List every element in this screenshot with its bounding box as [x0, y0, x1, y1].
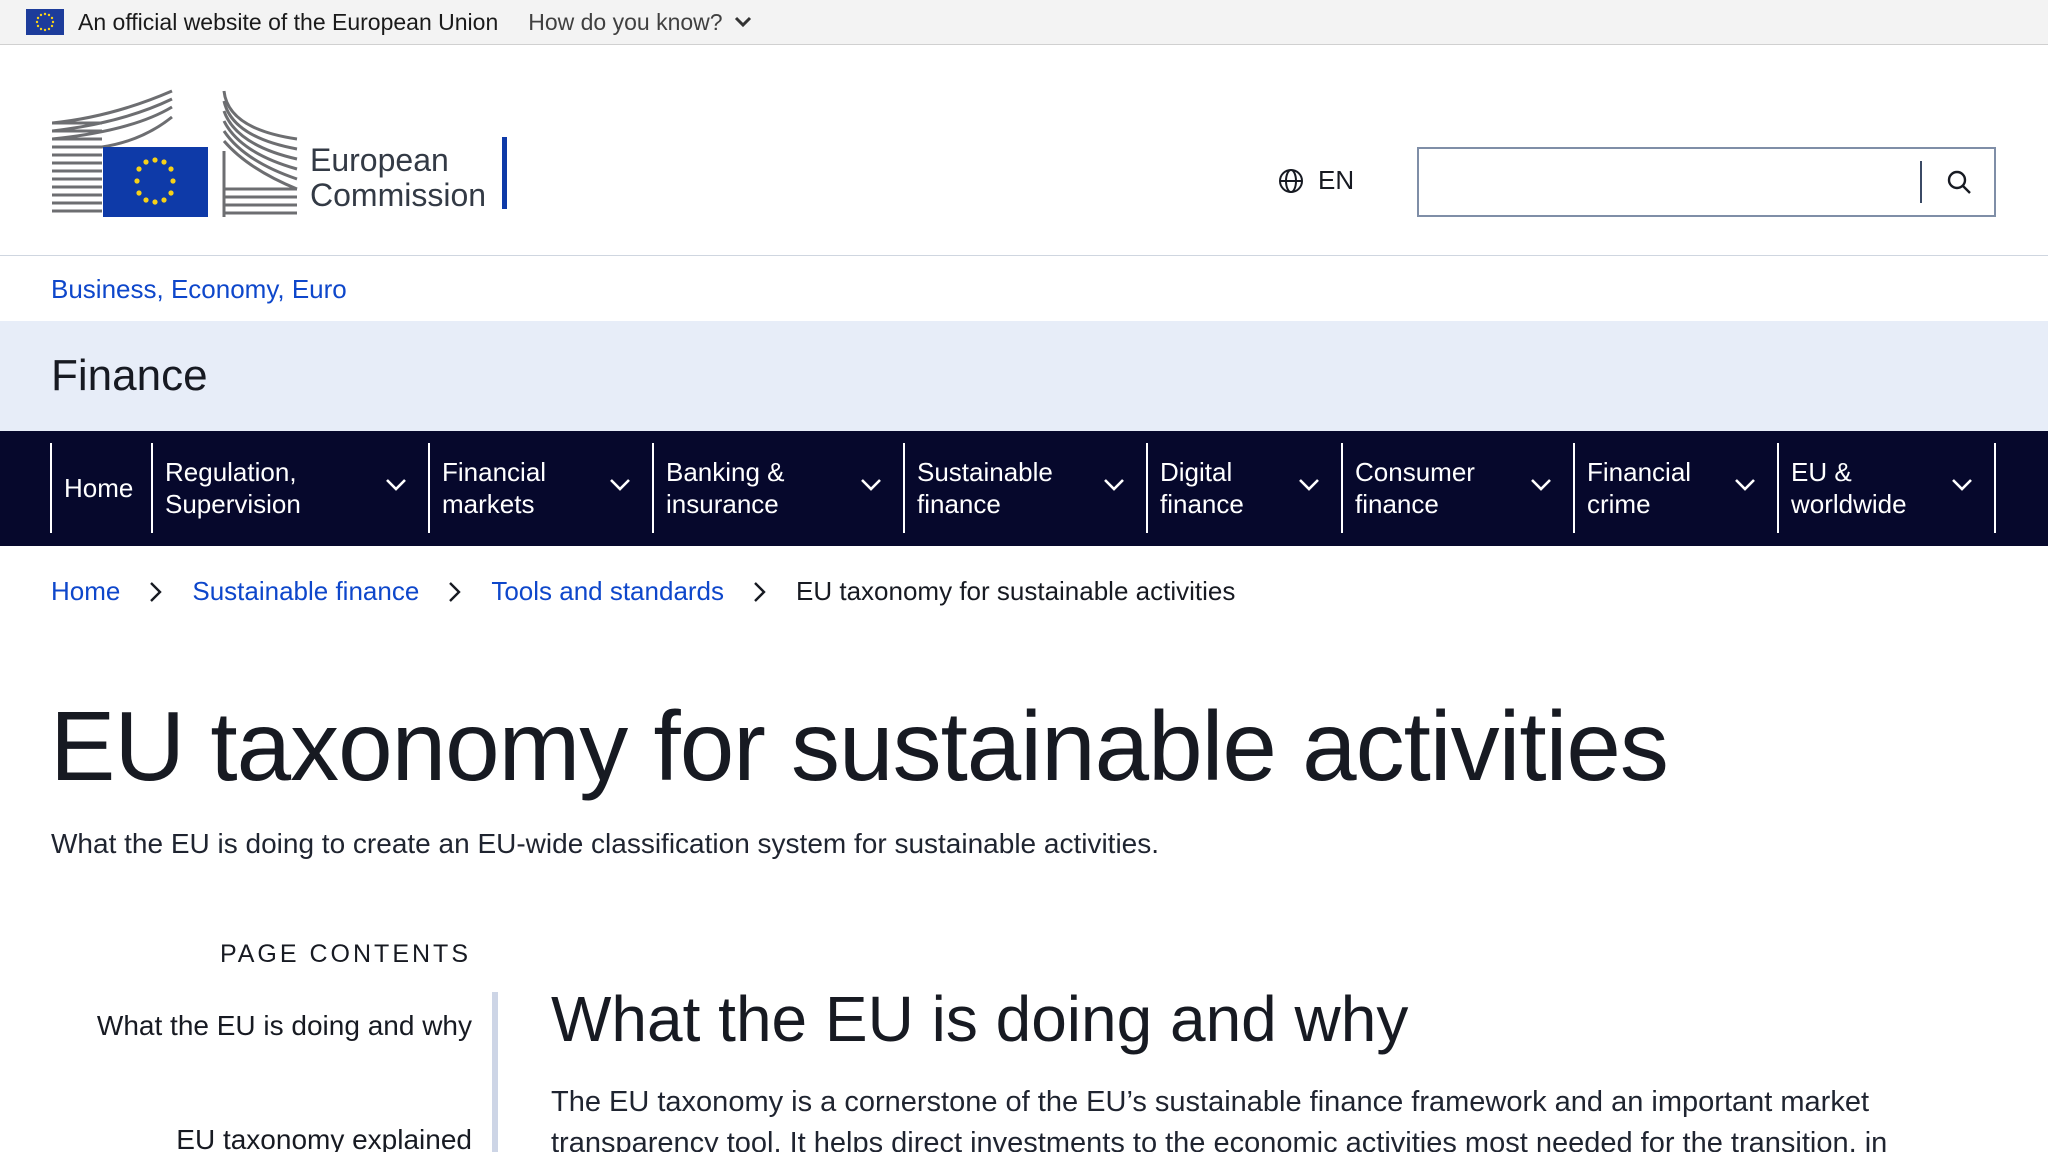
search-input[interactable]: [1419, 149, 1919, 215]
section-title: What the EU is doing and why: [551, 983, 1409, 1055]
page-title: EU taxonomy for sustainable activities: [50, 691, 1669, 801]
site-header: European Commission EN: [0, 45, 2048, 256]
nav-item-label: Financial markets: [442, 457, 547, 519]
how-do-you-know-button[interactable]: How do you know?: [528, 9, 752, 36]
chevron-right-icon: [148, 580, 164, 604]
search-icon: [1947, 170, 1971, 194]
nav-item-home[interactable]: Home: [50, 443, 151, 533]
page-contents-rule: [492, 992, 498, 1152]
language-selector[interactable]: EN: [1278, 165, 1354, 196]
chevron-down-icon: [1531, 479, 1551, 491]
site-name: Finance: [51, 351, 208, 400]
search-divider: [1920, 161, 1922, 203]
eu-official-banner: An official website of the European Unio…: [0, 0, 2048, 45]
breadcrumb-tools-and-standards[interactable]: Tools and standards: [491, 576, 724, 607]
main-navigation: Home Regulation, Supervision Financial m…: [0, 431, 2048, 546]
nav-item-banking-insurance[interactable]: Banking & insurance: [652, 443, 903, 533]
page-contents-item[interactable]: What the EU is doing and why: [51, 1004, 472, 1048]
nav-item-label: EU & worldwide: [1791, 457, 1907, 519]
page-intro: What the EU is doing to create an EU-wid…: [51, 828, 1160, 859]
nav-item-eu-worldwide[interactable]: EU & worldwide: [1777, 443, 1994, 533]
nav-item-label: Banking & insurance: [666, 457, 785, 519]
nav-item-consumer-finance[interactable]: Consumer finance: [1341, 443, 1573, 533]
logo-line-1: European: [310, 142, 449, 178]
nav-item-sustainable-finance[interactable]: Sustainable finance: [903, 443, 1146, 533]
logo-text: European Commission: [310, 143, 486, 213]
page-contents-item[interactable]: EU taxonomy explained: [51, 1118, 472, 1152]
nav-item-label: Digital finance: [1160, 457, 1244, 519]
chevron-down-icon: [1735, 479, 1755, 491]
chevron-down-icon: [1299, 479, 1319, 491]
commission-logo-icon: [51, 89, 298, 217]
nav-item-label: Financial crime: [1587, 457, 1692, 519]
breadcrumb-sustainable-finance[interactable]: Sustainable finance: [192, 576, 419, 607]
breadcrumb-current: EU taxonomy for sustainable activities: [796, 576, 1236, 606]
chevron-down-icon: [386, 479, 406, 491]
chevron-down-icon: [734, 16, 751, 28]
logo-line-2: Commission: [310, 177, 487, 213]
chevron-down-icon: [610, 479, 630, 491]
nav-item-label: Sustainable finance: [917, 457, 1053, 519]
language-code: EN: [1318, 165, 1355, 195]
chevron-right-icon: [752, 580, 768, 604]
nav-item-label: Consumer finance: [1355, 457, 1475, 519]
nav-item-label: Home: [64, 473, 134, 503]
nav-item-regulation[interactable]: Regulation, Supervision: [151, 443, 428, 533]
chevron-down-icon: [1952, 479, 1972, 491]
breadcrumb: Home Sustainable finance Tools and stand…: [51, 576, 1235, 607]
nav-item-digital-finance[interactable]: Digital finance: [1146, 443, 1341, 533]
chevron-down-icon: [1104, 479, 1124, 491]
chevron-right-icon: [447, 580, 463, 604]
eu-banner-text: An official website of the European Unio…: [78, 8, 499, 35]
breadcrumb-home[interactable]: Home: [51, 576, 120, 607]
logo-accent-bar: [502, 137, 507, 209]
nav-item-label: Regulation, Supervision: [165, 457, 301, 519]
site-context-link[interactable]: Business, Economy, Euro: [51, 274, 347, 305]
how-do-you-know-label: How do you know?: [528, 8, 723, 35]
nav-item-financial-crime[interactable]: Financial crime: [1573, 443, 1777, 533]
search-button[interactable]: [1924, 149, 1994, 215]
site-name-band: Finance: [0, 321, 2048, 431]
page-contents-title: PAGE CONTENTS: [219, 940, 471, 968]
chevron-down-icon: [861, 479, 881, 491]
globe-icon: [1279, 168, 1303, 193]
nav-item-financial-markets[interactable]: Financial markets: [428, 443, 652, 533]
nav-end-divider: [1994, 443, 1996, 533]
search-form: [1417, 147, 1996, 217]
article-paragraph: The EU taxonomy is a cornerstone of the …: [551, 1086, 1888, 1152]
eu-flag-icon: [26, 9, 64, 35]
